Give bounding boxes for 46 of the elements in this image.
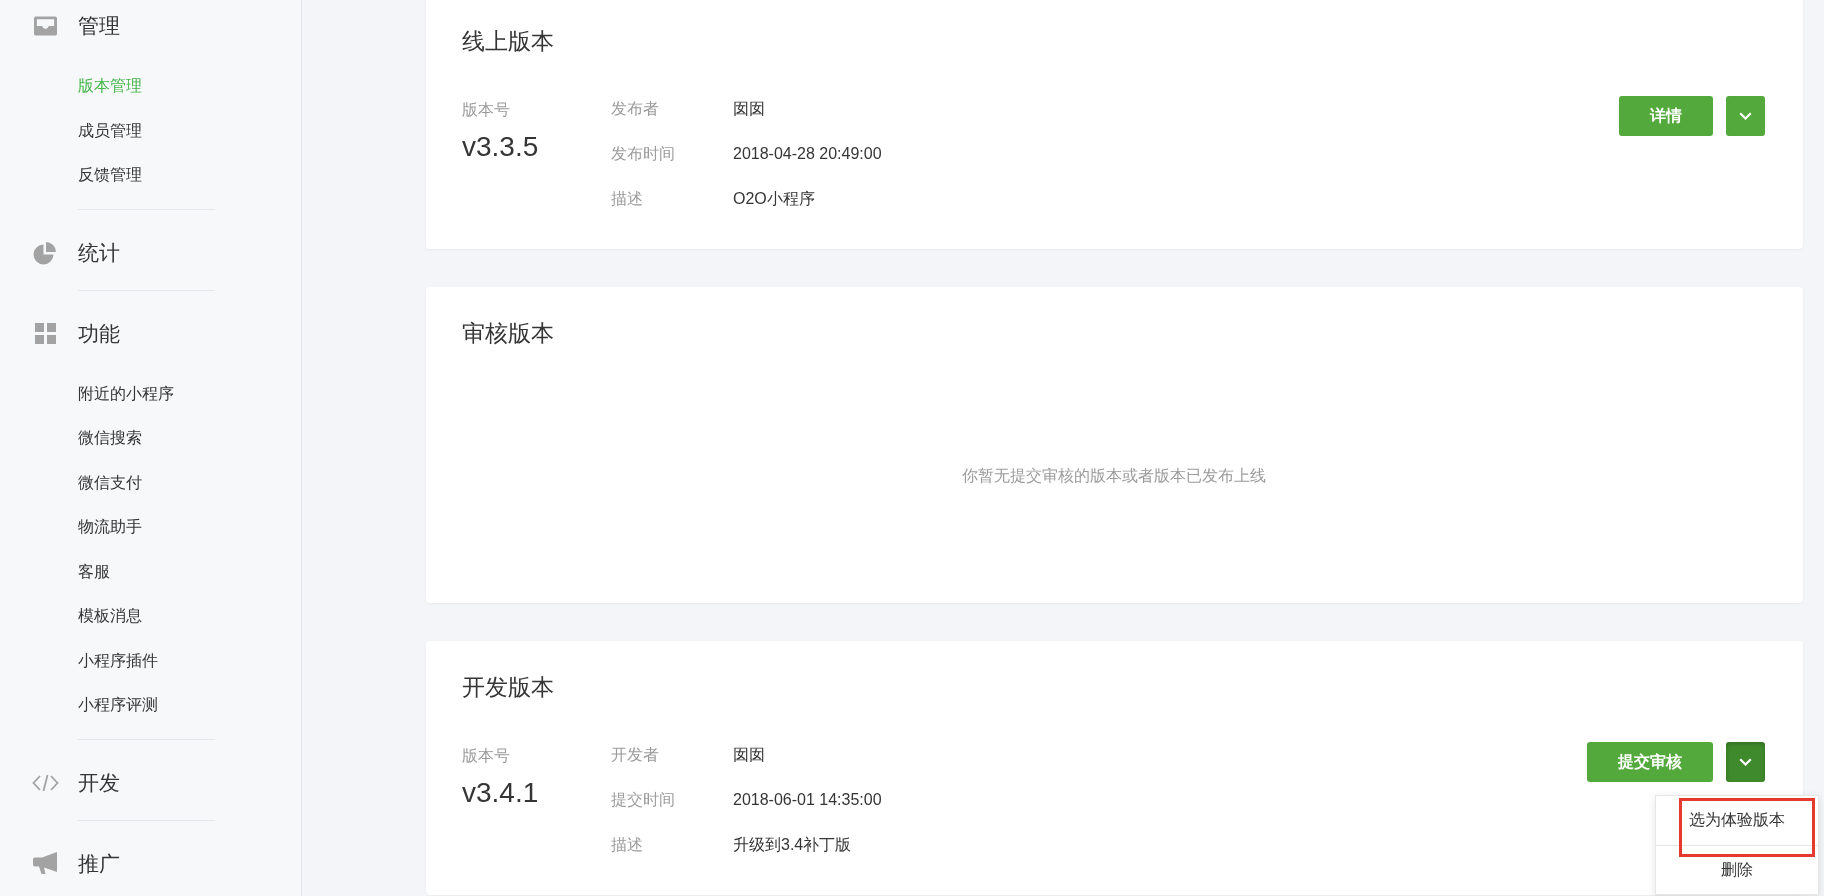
nav-item[interactable]: 微信搜索 xyxy=(78,416,142,461)
card-title: 开发版本 xyxy=(462,673,554,702)
inbox-tray-icon xyxy=(33,16,57,36)
version-label: 版本号 xyxy=(462,745,510,766)
card-title: 线上版本 xyxy=(462,27,554,56)
nav-group-title[interactable]: 功能 xyxy=(78,319,120,348)
menu-item[interactable]: 选为体验版本 xyxy=(1656,796,1818,845)
nav-item[interactable]: 物流助手 xyxy=(78,505,142,550)
field-label: 发布者 xyxy=(611,98,659,119)
field-value: 囡囡 xyxy=(733,98,765,119)
megaphone-icon xyxy=(33,852,57,875)
field-value: 2018-06-01 14:35:00 xyxy=(733,791,882,809)
chevron-down-icon xyxy=(1739,112,1752,120)
field-label: 描述 xyxy=(611,834,643,855)
nav-item[interactable]: 微信支付 xyxy=(78,460,142,505)
grid-icon xyxy=(34,323,56,344)
menu-item[interactable]: 删除 xyxy=(1656,845,1818,894)
nav-item[interactable]: 反馈管理 xyxy=(78,153,142,198)
nav-group-title[interactable]: 统计 xyxy=(78,238,120,267)
dropdown-toggle-button[interactable] xyxy=(1726,742,1765,782)
dropdown-toggle-button[interactable] xyxy=(1726,96,1765,136)
nav-item[interactable]: 附近的小程序 xyxy=(78,371,174,416)
nav-item[interactable]: 客服 xyxy=(78,549,110,594)
code-icon xyxy=(31,773,59,792)
empty-state-message: 你暂无提交审核的版本或者版本已发布上线 xyxy=(961,465,1266,486)
field-value: 囡囡 xyxy=(733,744,765,765)
version-number: v3.4.1 xyxy=(462,777,539,808)
field-label: 描述 xyxy=(611,188,643,209)
nav-item[interactable]: 小程序评测 xyxy=(78,683,158,728)
pie-chart-icon xyxy=(33,240,57,265)
nav-group-title[interactable]: 管理 xyxy=(78,12,120,40)
field-label: 开发者 xyxy=(611,744,659,765)
nav-item[interactable]: 小程序插件 xyxy=(78,638,158,683)
version-number: v3.3.5 xyxy=(462,131,539,162)
field-value: 升级到3.4补丁版 xyxy=(733,834,852,855)
version-label: 版本号 xyxy=(462,99,510,120)
nav-item[interactable]: 成员管理 xyxy=(78,108,142,153)
chevron-down-icon xyxy=(1739,758,1752,766)
nav-group-title[interactable]: 推广 xyxy=(78,849,120,878)
card-title: 审核版本 xyxy=(462,319,554,348)
field-value: 2018-04-28 20:49:00 xyxy=(733,145,882,163)
nav-item[interactable]: 模板消息 xyxy=(78,594,142,639)
nav-group-title[interactable]: 开发 xyxy=(78,768,120,797)
field-label: 发布时间 xyxy=(611,143,675,164)
field-value: O2O小程序 xyxy=(733,188,815,209)
field-label: 提交时间 xyxy=(611,789,675,810)
